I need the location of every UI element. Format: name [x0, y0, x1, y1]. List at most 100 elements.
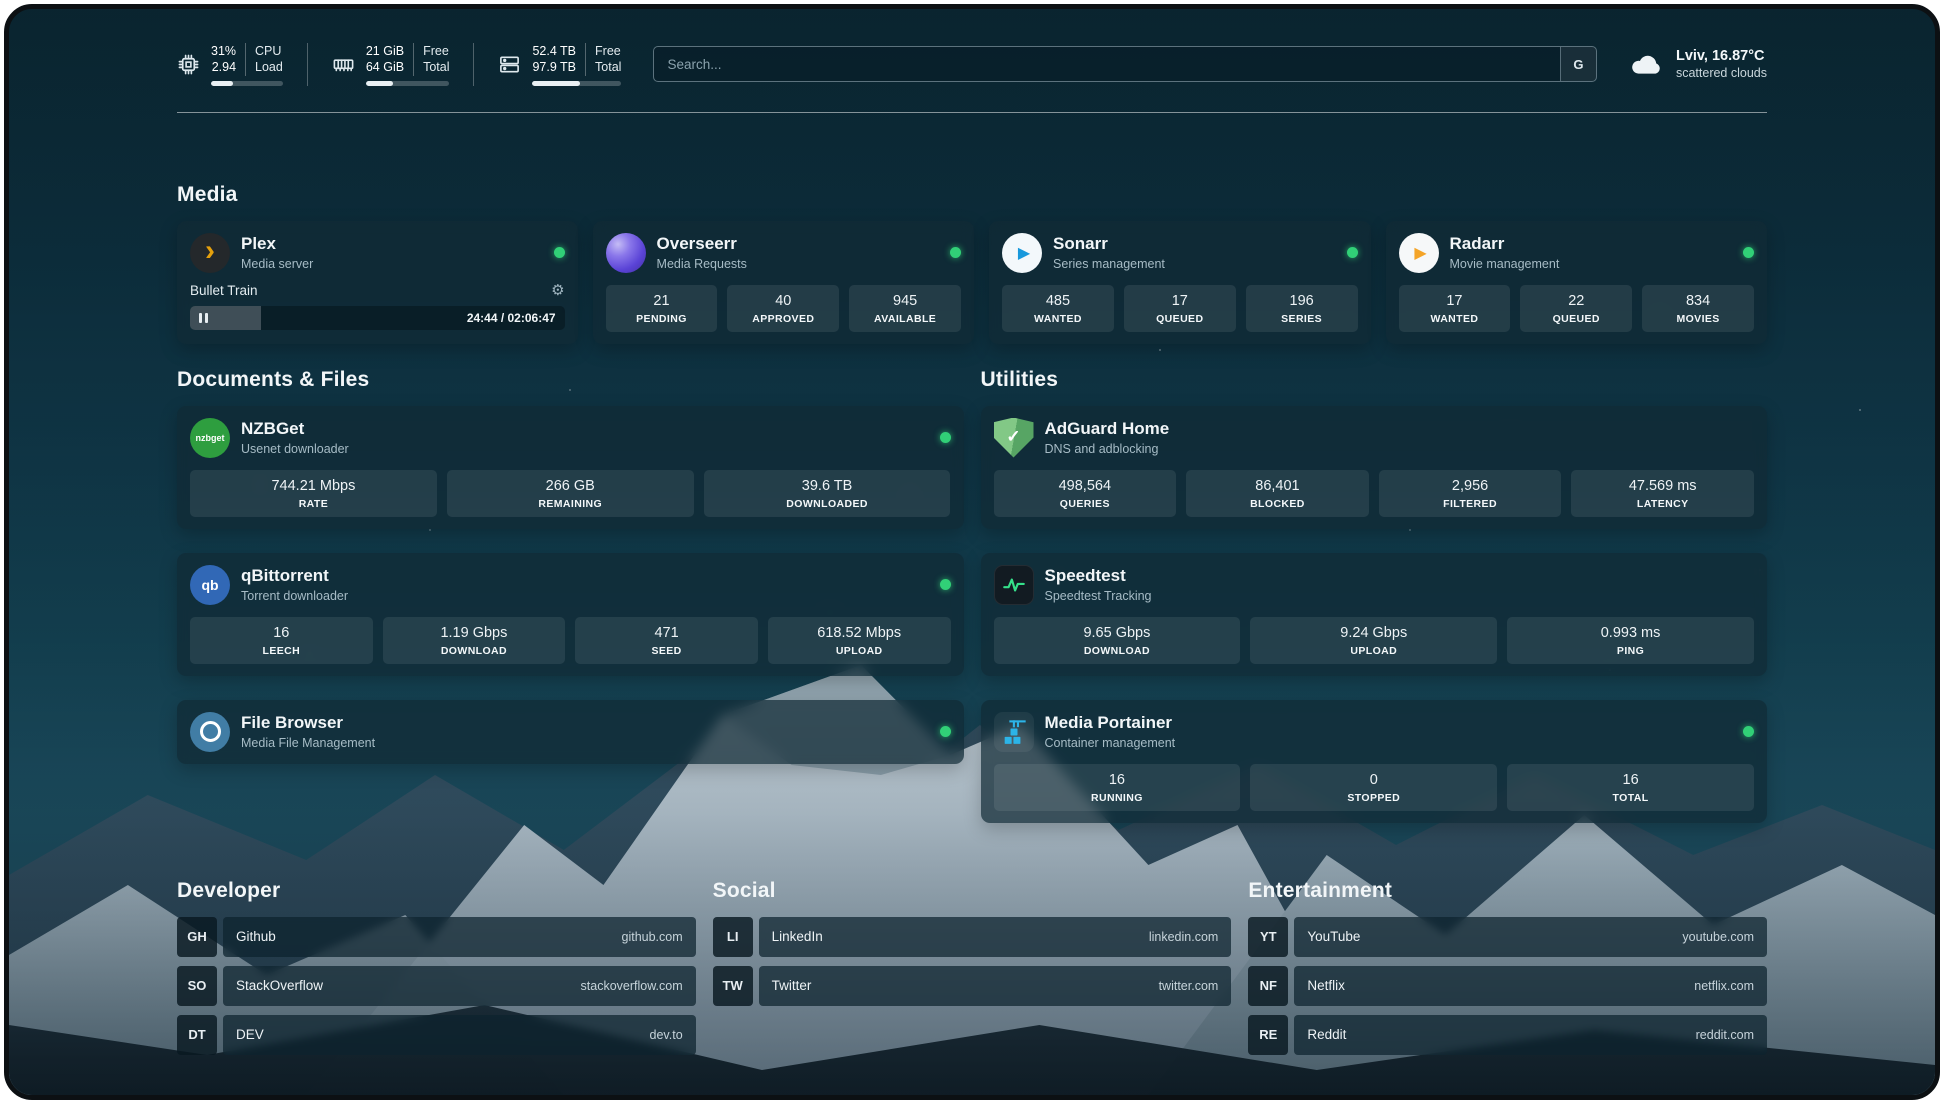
- bookmark-dev-to[interactable]: DT DEV dev.to: [177, 1015, 696, 1055]
- stat-latency: 47.569 ms LATENCY: [1571, 470, 1754, 517]
- bookmark-abbr: TW: [713, 966, 753, 1006]
- app-subtitle: Media Requests: [657, 257, 747, 271]
- now-playing-title: Bullet Train: [190, 283, 258, 298]
- cloud-icon: [1629, 51, 1663, 77]
- app-subtitle: Container management: [1045, 736, 1176, 750]
- hard-drive-icon: [498, 53, 521, 76]
- stat-download: 1.19 Gbps DOWNLOAD: [383, 617, 566, 664]
- memory-total-value: 64 GiB: [366, 59, 404, 75]
- stat-upload: 618.52 Mbps UPLOAD: [768, 617, 951, 664]
- bookmark-name: LinkedIn: [772, 929, 823, 944]
- bookmark-name: YouTube: [1307, 929, 1360, 944]
- dashboard-window: 31% 2.94 CPU Load: [4, 4, 1940, 1100]
- app-card-portainer[interactable]: Media Portainer Container management 16 …: [981, 700, 1768, 823]
- qbittorrent-icon: qb: [190, 565, 230, 605]
- status-dot: [950, 247, 961, 258]
- bookmark-url: stackoverflow.com: [581, 979, 683, 993]
- stat-stopped: 0 STOPPED: [1250, 764, 1497, 811]
- section-documents-files: Documents & Files nzbget NZBGet Usenet d…: [177, 368, 964, 764]
- entertainment-section-title: Entertainment: [1248, 879, 1767, 903]
- app-card-nzbget[interactable]: nzbget NZBGet Usenet downloader 744.21 M…: [177, 406, 964, 529]
- app-card-radarr[interactable]: Radarr Movie management 17 WANTED 22 QUE…: [1386, 221, 1767, 344]
- status-dot: [1743, 247, 1754, 258]
- stat-filtered: 2,956 FILTERED: [1379, 470, 1562, 517]
- speedtest-waveform-icon: [994, 565, 1034, 605]
- storage-total-label: Total: [595, 59, 621, 75]
- search-box: G: [653, 46, 1597, 82]
- status-dot: [1347, 247, 1358, 258]
- app-name: Speedtest: [1045, 566, 1152, 586]
- stat-downloaded: 39.6 TB DOWNLOADED: [704, 470, 951, 517]
- stat-approved: 40 APPROVED: [727, 285, 839, 332]
- app-name: Overseerr: [657, 234, 747, 254]
- app-name: AdGuard Home: [1045, 419, 1170, 439]
- bookmark-name: Netflix: [1307, 978, 1345, 993]
- cpu-load-value: 2.94: [212, 59, 236, 75]
- bookmark-url: reddit.com: [1696, 1028, 1754, 1042]
- stat-pending: 21 PENDING: [606, 285, 718, 332]
- bookmark-github[interactable]: GH Github github.com: [177, 917, 696, 957]
- bookmark-youtube[interactable]: YT YouTube youtube.com: [1248, 917, 1767, 957]
- cpu-label: CPU: [255, 43, 283, 59]
- app-card-speedtest[interactable]: Speedtest Speedtest Tracking 9.65 Gbps D…: [981, 553, 1768, 676]
- memory-widget: 21 GiB 64 GiB Free Total: [332, 43, 475, 86]
- bookmark-abbr: NF: [1248, 966, 1288, 1006]
- section-media: Media Plex Media server Bullet Train ⚙: [177, 183, 1767, 344]
- bookmark-url: netflix.com: [1694, 979, 1754, 993]
- cpu-load-label: Load: [255, 59, 283, 75]
- plex-playback-bar[interactable]: 24:44 / 02:06:47: [190, 306, 565, 330]
- weather-location: Lviv, 16.87°C: [1676, 48, 1767, 64]
- header-divider: [177, 112, 1767, 113]
- bookmark-stackoverflow[interactable]: SO StackOverflow stackoverflow.com: [177, 966, 696, 1006]
- bookmark-twitter[interactable]: TW Twitter twitter.com: [713, 966, 1232, 1006]
- adguard-shield-icon: [994, 418, 1034, 458]
- sonarr-icon: [1002, 233, 1042, 273]
- app-name: Sonarr: [1053, 234, 1165, 254]
- stat-download: 9.65 Gbps DOWNLOAD: [994, 617, 1241, 664]
- cpu-widget: 31% 2.94 CPU Load: [177, 43, 308, 86]
- app-subtitle: Series management: [1053, 257, 1165, 271]
- stat-rate: 744.21 Mbps RATE: [190, 470, 437, 517]
- overseerr-icon: [606, 233, 646, 273]
- memory-progress-fill: [366, 81, 394, 86]
- stat-running: 16 RUNNING: [994, 764, 1241, 811]
- cpu-progress-bar: [211, 81, 283, 86]
- stat-total: 16 TOTAL: [1507, 764, 1754, 811]
- search-engine-button[interactable]: G: [1560, 47, 1596, 81]
- portainer-crane-icon: [994, 712, 1034, 752]
- settings-gear-icon[interactable]: ⚙: [551, 283, 564, 298]
- app-name: Plex: [241, 234, 313, 254]
- bookmark-linkedin[interactable]: LI LinkedIn linkedin.com: [713, 917, 1232, 957]
- storage-free-value: 52.4 TB: [532, 43, 576, 59]
- cpu-usage-value: 31%: [211, 43, 236, 59]
- stat-ping: 0.993 ms PING: [1507, 617, 1754, 664]
- search-input[interactable]: [654, 47, 1560, 81]
- cpu-chip-icon: [177, 53, 200, 76]
- bookmark-name: Reddit: [1307, 1027, 1346, 1042]
- app-card-qbittorrent[interactable]: qb qBittorrent Torrent downloader 16 LEE…: [177, 553, 964, 676]
- stat-leech: 16 LEECH: [190, 617, 373, 664]
- app-subtitle: Torrent downloader: [241, 589, 348, 603]
- weather-widget: Lviv, 16.87°C scattered clouds: [1629, 48, 1767, 80]
- app-card-overseerr[interactable]: Overseerr Media Requests 21 PENDING 40 A…: [593, 221, 974, 344]
- stat-seed: 471 SEED: [575, 617, 758, 664]
- section-social: Social LI LinkedIn linkedin.com TW Twitt…: [713, 879, 1232, 1064]
- app-card-filebrowser[interactable]: File Browser Media File Management: [177, 700, 964, 764]
- pause-icon[interactable]: [199, 313, 208, 323]
- utilities-section-title: Utilities: [981, 368, 1768, 392]
- top-bar: 31% 2.94 CPU Load: [177, 43, 1767, 86]
- bookmark-abbr: DT: [177, 1015, 217, 1055]
- bookmark-reddit[interactable]: RE Reddit reddit.com: [1248, 1015, 1767, 1055]
- app-card-plex[interactable]: Plex Media server Bullet Train ⚙ 24:44 /…: [177, 221, 578, 344]
- app-subtitle: Speedtest Tracking: [1045, 589, 1152, 603]
- bookmark-netflix[interactable]: NF Netflix netflix.com: [1248, 966, 1767, 1006]
- stat-series: 196 SERIES: [1246, 285, 1358, 332]
- documents-section-title: Documents & Files: [177, 368, 964, 392]
- app-card-adguard[interactable]: AdGuard Home DNS and adblocking 498,564 …: [981, 406, 1768, 529]
- app-subtitle: Media File Management: [241, 736, 375, 750]
- app-subtitle: Usenet downloader: [241, 442, 349, 456]
- section-utilities: Utilities AdGuard Home DNS and adblockin…: [981, 368, 1768, 823]
- memory-progress-bar: [366, 81, 450, 86]
- bookmark-name: Twitter: [772, 978, 812, 993]
- app-card-sonarr[interactable]: Sonarr Series management 485 WANTED 17 Q…: [989, 221, 1370, 344]
